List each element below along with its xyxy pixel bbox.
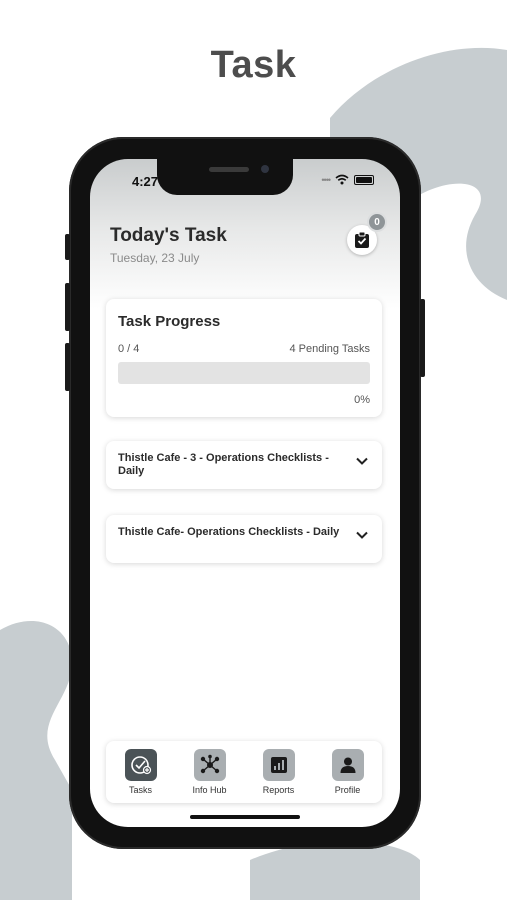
clipboard-check-icon — [355, 231, 369, 248]
page-date: Tuesday, 23 July — [110, 251, 200, 265]
speaker — [209, 167, 249, 172]
pending-tasks-label: 4 Pending Tasks — [289, 343, 370, 355]
signal-icon: •••• — [321, 174, 331, 185]
promo-title: Task — [210, 44, 297, 86]
task-progress-count: 0 / 4 — [118, 343, 140, 355]
nav-label-info-hub: Info Hub — [192, 785, 227, 795]
nav-label-tasks: Tasks — [128, 785, 152, 795]
task-progress-title: Task Progress — [118, 313, 221, 330]
tasks-icon — [124, 749, 157, 781]
task-progress-percent: 0% — [354, 394, 370, 406]
reports-icon — [262, 749, 295, 781]
status-time: 4:27 — [132, 174, 159, 189]
battery-icon — [354, 174, 374, 185]
nav-item-tasks[interactable]: Tasks — [111, 749, 171, 795]
checklist-title: Thistle Cafe- Operations Checklists - Da… — [118, 526, 340, 538]
checklist-card[interactable]: Thistle Cafe- Operations Checklists - Da… — [106, 515, 382, 563]
checklist-title: Thistle Cafe - 3 - Operations Checklists… — [118, 452, 329, 477]
checklist-card[interactable]: Thistle Cafe - 3 - Operations Checklists… — [106, 441, 382, 489]
task-count-badge: 0 — [367, 212, 387, 232]
chevron-down-icon[interactable] — [356, 531, 368, 539]
nav-label-reports: Reports — [262, 785, 295, 795]
task-progress-bar — [118, 362, 370, 384]
status-icons: •••• — [321, 174, 374, 185]
profile-icon — [331, 749, 364, 781]
wifi-icon — [335, 174, 349, 185]
task-progress-card: Task Progress 0 / 4 4 Pending Tasks 0% — [106, 299, 382, 417]
nav-label-profile: Profile — [334, 785, 361, 795]
camera — [261, 165, 269, 173]
volume-up-button — [65, 283, 70, 331]
phone-frame: 4:27 •••• Today's Task Tuesday, 23 July … — [65, 137, 425, 849]
power-button — [420, 299, 425, 377]
bottom-navigation: Tasks Info Hub Reports Profile — [106, 741, 382, 803]
home-indicator — [190, 815, 300, 819]
volume-down-button — [65, 343, 70, 391]
phone-screen: 4:27 •••• Today's Task Tuesday, 23 July … — [90, 159, 400, 827]
mute-switch — [65, 234, 70, 260]
page-title: Today's Task — [110, 225, 227, 246]
info-hub-icon — [193, 749, 226, 781]
nav-item-profile[interactable]: Profile — [318, 749, 378, 795]
notch — [157, 159, 293, 195]
nav-item-reports[interactable]: Reports — [249, 749, 309, 795]
chevron-down-icon[interactable] — [356, 457, 368, 465]
nav-item-info-hub[interactable]: Info Hub — [180, 749, 240, 795]
